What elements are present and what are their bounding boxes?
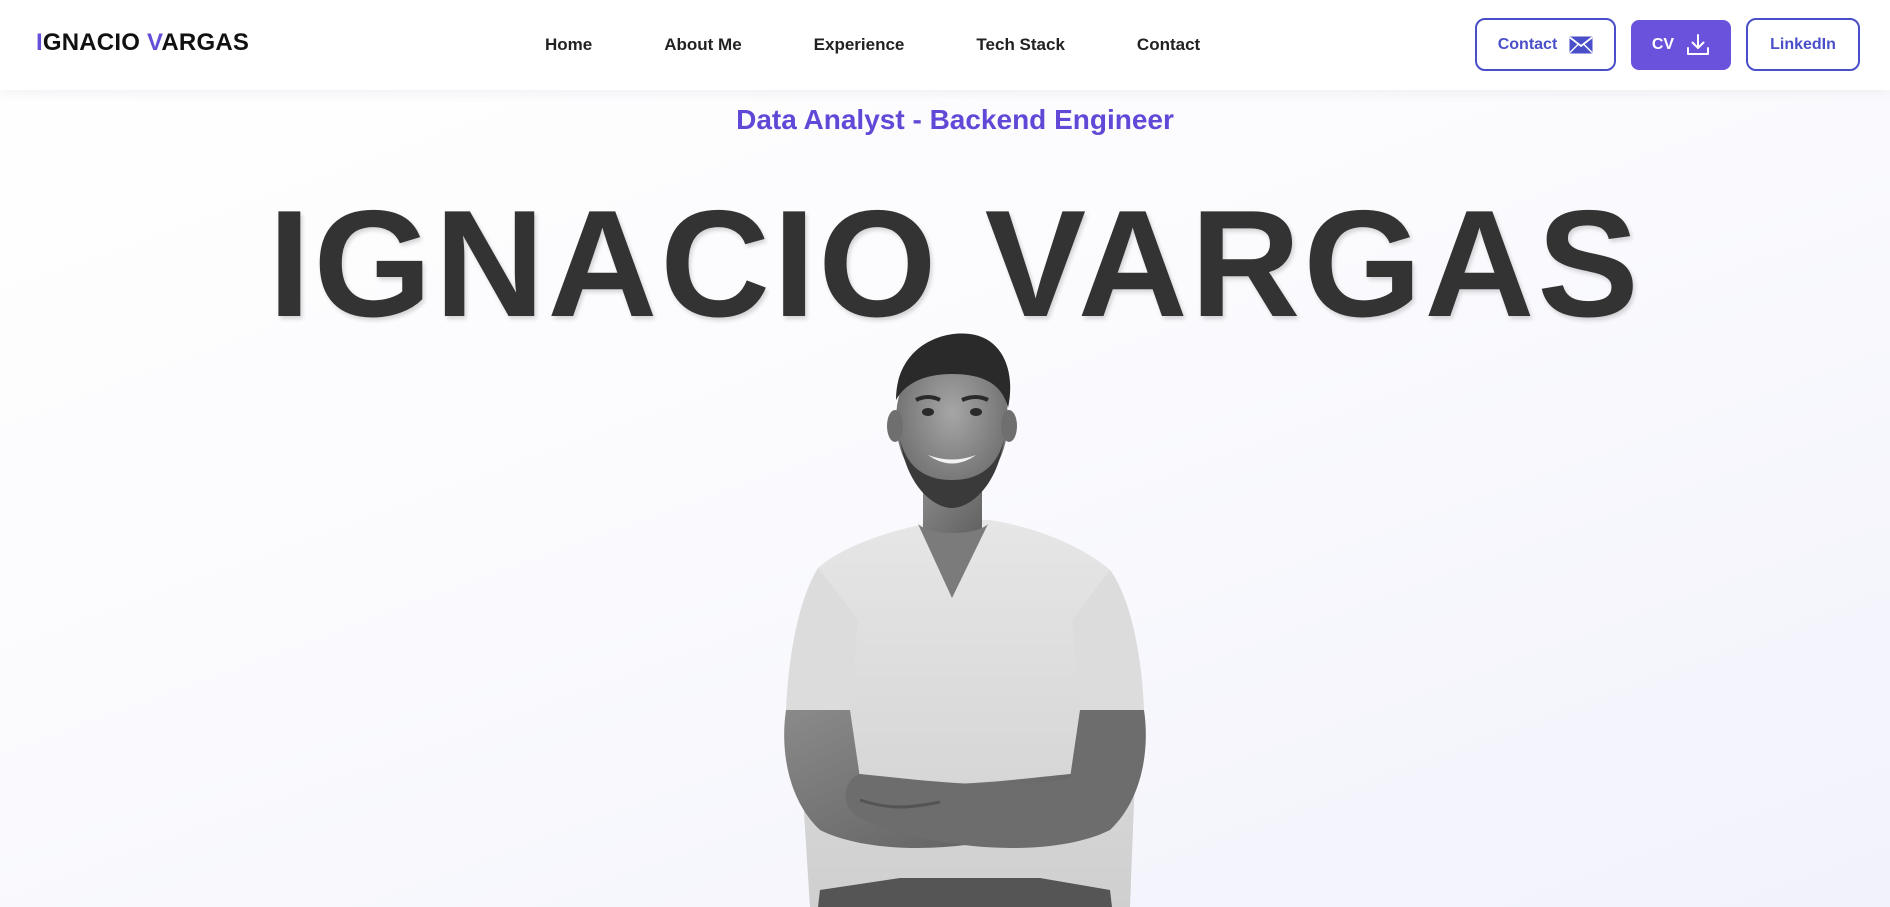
hero-name-heading: IGNACIO VARGAS (268, 179, 1642, 349)
site-header: IGNACIO VARGAS Home About Me Experience … (0, 0, 1890, 90)
nav-experience[interactable]: Experience (814, 35, 905, 55)
contact-button-label: Contact (1497, 35, 1558, 53)
nav-about-me[interactable]: About Me (664, 35, 741, 55)
cv-button-label: CV (1651, 36, 1675, 53)
logo-last-initial: V (146, 29, 162, 56)
main-nav: Home About Me Experience Tech Stack Cont… (545, 0, 1200, 90)
page: IGNACIO VARGAS Home About Me Experience … (0, 0, 1890, 907)
portrait-image (740, 330, 1180, 907)
logo-first-rest: GNACIO (42, 29, 147, 56)
site-logo[interactable]: IGNACIO VARGAS (36, 29, 249, 57)
linkedin-button-label: LinkedIn (1770, 35, 1836, 53)
hero-subtitle: Data Analyst - Backend Engineer (736, 104, 1174, 135)
logo-last-rest: ARGAS (161, 29, 250, 56)
logo-first-initial: I (36, 29, 43, 56)
nav-home[interactable]: Home (545, 35, 592, 55)
cv-download-button[interactable]: CV (1631, 20, 1731, 70)
nav-tech-stack[interactable]: Tech Stack (976, 35, 1065, 55)
download-icon (1686, 34, 1710, 56)
envelope-icon (1569, 36, 1593, 54)
contact-button[interactable]: Contact (1475, 18, 1616, 71)
linkedin-button[interactable]: LinkedIn (1746, 18, 1860, 71)
nav-contact[interactable]: Contact (1137, 35, 1200, 55)
